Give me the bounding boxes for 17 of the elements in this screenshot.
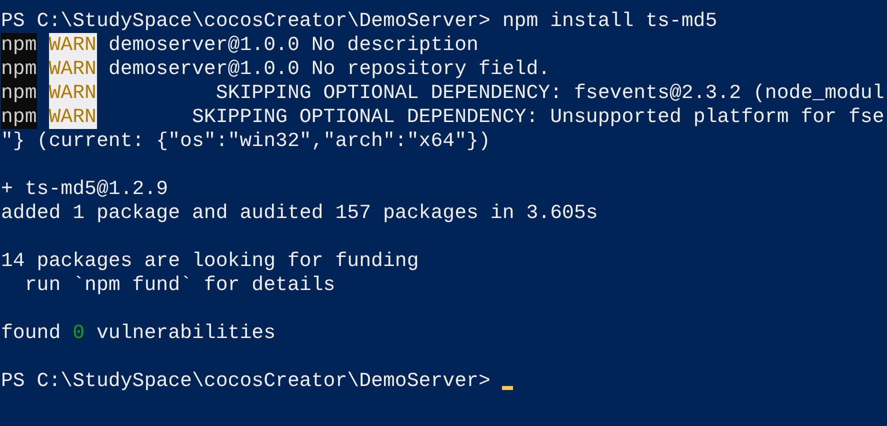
warning-message: demoserver@1.0.0 No repository field. <box>108 57 550 81</box>
prompt-text: PS C:\StudySpace\cocosCreator\DemoServer> <box>1 9 490 33</box>
npm-label: npm <box>1 33 37 57</box>
warning-message: demoserver@1.0.0 No description <box>108 33 478 57</box>
output-line: + ts-md5@1.2.9 <box>1 177 168 201</box>
output-line: found 0 vulnerabilities <box>1 321 276 345</box>
warning-message: SKIPPING OPTIONAL DEPENDENCY: fsevents@2.3.2 (node_modul <box>214 81 884 105</box>
command-text: npm install ts-md5 <box>502 9 718 33</box>
warning-message: SKIPPING OPTIONAL DEPENDENCY: Unsupported platform for fse <box>190 105 884 129</box>
output-line: added 1 package and audited 157 packages in 3.605s <box>1 201 598 225</box>
output-line: "} (current: {"os":"win32","arch":"x64"}) <box>1 129 490 153</box>
npm-label: npm <box>1 57 37 81</box>
prompt-text: PS C:\StudySpace\cocosCreator\DemoServer> <box>1 369 490 393</box>
output-line: 14 packages are looking for funding <box>1 249 419 273</box>
npm-label: npm <box>1 105 37 129</box>
output-line: run `npm fund` for details <box>24 273 336 297</box>
npm-label: npm <box>1 81 37 105</box>
